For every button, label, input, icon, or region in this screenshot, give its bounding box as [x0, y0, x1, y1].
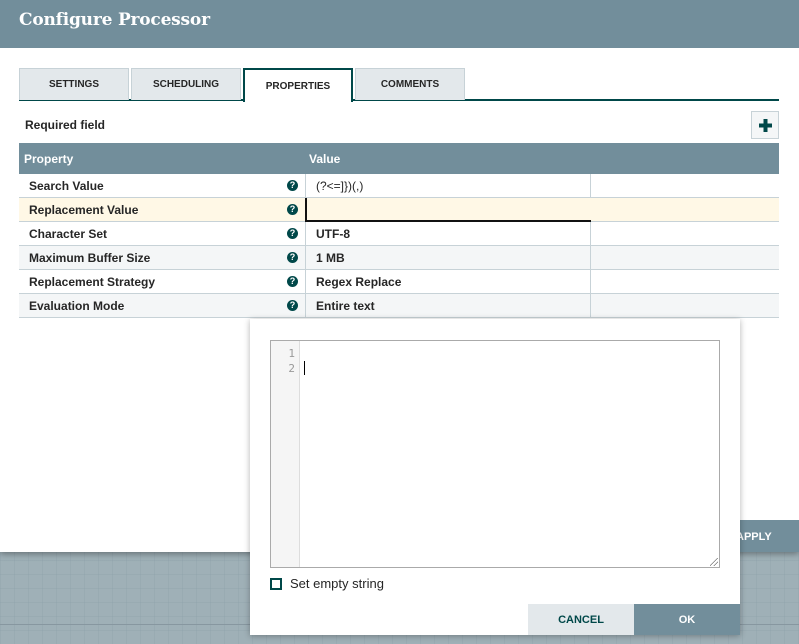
line-number-gutter: 1 2 — [271, 341, 300, 567]
property-value[interactable]: UTF-8 — [305, 222, 591, 245]
property-value[interactable]: Regex Replace — [305, 270, 591, 293]
property-name: Evaluation Mode — [29, 299, 125, 313]
tab-settings[interactable]: SETTINGS — [19, 68, 129, 100]
value-editor-popup: 1 2 Set empty string CANCEL OK — [250, 319, 740, 635]
question-circle-icon[interactable]: ? — [287, 204, 298, 215]
property-name: Replacement Strategy — [29, 275, 156, 289]
table-header: Property Value — [19, 143, 779, 174]
property-name: Character Set — [29, 227, 108, 241]
dialog-header: Configure Processor — [0, 0, 799, 48]
property-value-text: (?<=]})(,) — [316, 179, 364, 193]
tab-properties[interactable]: PROPERTIES — [243, 68, 353, 102]
checkbox-icon[interactable] — [270, 577, 282, 590]
cancel-button[interactable]: CANCEL — [528, 604, 634, 635]
table-row[interactable]: Search Value ? (?<=]})(,) — [19, 174, 779, 198]
table-row[interactable]: Character Set ? UTF-8 — [19, 222, 779, 246]
add-property-button[interactable] — [751, 111, 779, 139]
set-empty-string-checkbox[interactable]: Set empty string — [270, 576, 384, 591]
line-number: 2 — [288, 362, 295, 375]
property-name: Replacement Value — [29, 203, 139, 217]
property-value[interactable]: Entire text — [305, 294, 591, 317]
property-name: Maximum Buffer Size — [29, 251, 151, 265]
table-row[interactable]: Evaluation Mode ? Entire text — [19, 294, 779, 318]
plus-icon — [758, 118, 772, 132]
tab-scheduling[interactable]: SCHEDULING — [131, 68, 241, 100]
question-circle-icon[interactable]: ? — [287, 228, 298, 239]
dialog-title: Configure Processor — [19, 10, 210, 30]
property-value[interactable]: 1 MB — [305, 246, 591, 269]
tab-bar: SETTINGS SCHEDULING PROPERTIES COMMENTS — [19, 68, 779, 102]
column-header-property[interactable]: Property — [24, 152, 73, 166]
question-circle-icon[interactable]: ? — [287, 252, 298, 263]
table-row[interactable]: Maximum Buffer Size ? 1 MB — [19, 246, 779, 270]
required-field-label: Required field — [25, 118, 106, 132]
question-circle-icon[interactable]: ? — [287, 300, 298, 311]
properties-table: Property Value Search Value ? (?<=]})(,)… — [19, 143, 779, 318]
property-value[interactable]: (?<=]})(,) — [305, 174, 591, 197]
text-cursor — [304, 361, 305, 375]
column-header-value[interactable]: Value — [309, 152, 340, 166]
property-name: Search Value — [29, 179, 104, 193]
question-circle-icon[interactable]: ? — [287, 276, 298, 287]
set-empty-string-label: Set empty string — [290, 576, 384, 591]
ok-button[interactable]: OK — [634, 604, 740, 635]
table-row-selected[interactable]: Replacement Value ? — [19, 198, 779, 222]
tab-comments[interactable]: COMMENTS — [355, 68, 465, 100]
property-value-editing[interactable] — [305, 198, 591, 222]
line-number: 1 — [288, 347, 295, 360]
resize-handle-icon[interactable] — [710, 558, 718, 566]
code-editor[interactable]: 1 2 — [270, 340, 720, 568]
question-circle-icon[interactable]: ? — [287, 180, 298, 191]
table-row[interactable]: Replacement Strategy ? Regex Replace — [19, 270, 779, 294]
